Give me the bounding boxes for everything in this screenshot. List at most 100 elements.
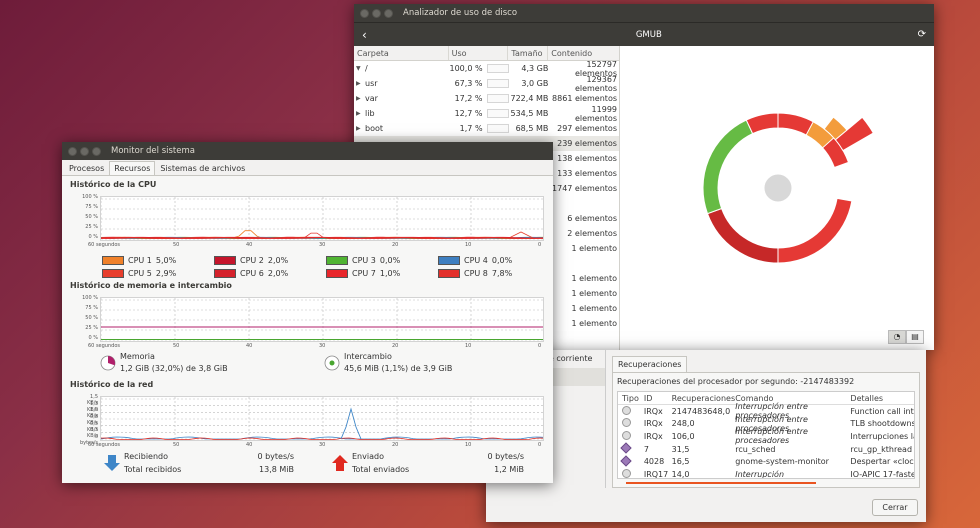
column-tipo[interactable]: Tipo bbox=[618, 394, 644, 403]
column-carpeta[interactable]: Carpeta bbox=[354, 46, 449, 60]
folder-contents: 6 elementos bbox=[567, 214, 617, 223]
color-swatch[interactable] bbox=[438, 269, 460, 278]
y-tick-label: 25 % bbox=[85, 224, 98, 230]
memory-x-axis: 60 segundos 50 40 30 20 10 0 bbox=[88, 343, 548, 350]
color-swatch[interactable] bbox=[214, 269, 236, 278]
interrupt-details: Despertar «clock bbox=[850, 457, 914, 467]
column-detalles[interactable]: Detalles bbox=[850, 394, 914, 403]
process-icon bbox=[620, 442, 632, 454]
interrupt-count: 2147483648,0 bbox=[671, 406, 731, 416]
network-history-graph bbox=[100, 396, 544, 441]
sent-label: Enviado bbox=[352, 452, 384, 461]
folder-size: 4,3 GB bbox=[521, 64, 549, 73]
expander-icon[interactable]: ▶ bbox=[356, 110, 365, 117]
color-swatch[interactable] bbox=[326, 269, 348, 278]
cpu-label: CPU 1 bbox=[128, 256, 152, 265]
usage-bar bbox=[486, 124, 509, 133]
minimize-window-icon[interactable] bbox=[80, 146, 89, 156]
recuperaciones-label: Recuperaciones del procesador por segund… bbox=[617, 377, 855, 386]
ring-center[interactable] bbox=[763, 173, 793, 203]
gear-icon bbox=[622, 405, 631, 415]
receiving-value: 0 bytes/s bbox=[257, 452, 294, 461]
folder-name-cell: ▶ usr bbox=[354, 79, 449, 88]
disk-header-title: GMUB bbox=[635, 29, 662, 40]
cpu-value: 2,9% bbox=[155, 269, 177, 278]
column-id[interactable]: ID bbox=[644, 394, 672, 403]
interrupt-id: IRQx bbox=[643, 431, 663, 441]
interrupt-row[interactable]: 7 31,5 rcu_sched rcu_gp_kthread bbox=[618, 442, 914, 456]
rings-view-icon[interactable]: ◔ bbox=[888, 330, 906, 344]
interrupt-details: Interrupciones la bbox=[850, 431, 914, 441]
cpu-legend-item: CPU 2 2,0% bbox=[214, 256, 288, 265]
color-swatch[interactable] bbox=[102, 256, 124, 265]
cpu-value: 0,0% bbox=[491, 256, 513, 265]
treemap-view-icon[interactable]: ▤ bbox=[906, 330, 924, 344]
folder-size: 68,5 MB bbox=[515, 124, 549, 133]
x-tick-label: 40 bbox=[246, 242, 253, 248]
folder-contents: 1747 elementos bbox=[552, 184, 617, 193]
ring-segment[interactable] bbox=[702, 119, 754, 215]
folder-row[interactable]: ▶ boot 1,7 % 68,5 MB 297 elementos bbox=[354, 121, 619, 136]
upload-arrow-icon[interactable] bbox=[332, 454, 348, 472]
color-swatch[interactable] bbox=[438, 256, 460, 265]
folder-contents: 129367 elementos bbox=[574, 74, 617, 93]
usage-bar bbox=[486, 79, 509, 88]
gear-icon bbox=[622, 418, 631, 428]
color-swatch[interactable] bbox=[326, 256, 348, 265]
expander-icon[interactable]: ▶ bbox=[356, 80, 365, 87]
download-arrow-icon[interactable] bbox=[104, 454, 120, 472]
color-swatch[interactable] bbox=[102, 269, 124, 278]
tab-recursos[interactable]: Recursos bbox=[109, 161, 156, 175]
expander-icon[interactable]: ▶ bbox=[356, 125, 365, 132]
tab-recuperaciones[interactable]: Recuperaciones bbox=[612, 356, 688, 372]
ring-segment[interactable] bbox=[745, 112, 779, 135]
folder-size: 3,0 GB bbox=[521, 79, 549, 88]
disk-titlebar[interactable]: Analizador de uso de disco bbox=[354, 4, 934, 22]
interrupt-row[interactable]: IRQ17 14,0 Interrupción IO-APIC 17-faste bbox=[618, 468, 914, 478]
total-sent-value: 1,2 MiB bbox=[494, 465, 524, 474]
expander-icon[interactable]: ▼ bbox=[356, 65, 365, 72]
close-button[interactable]: Cerrar bbox=[872, 499, 918, 516]
ring-chart[interactable] bbox=[620, 46, 934, 350]
swap-pie-icon[interactable] bbox=[324, 355, 340, 371]
x-tick-label: 20 bbox=[392, 442, 399, 448]
usage-cell: 12,7 % bbox=[449, 109, 509, 118]
interrupt-command: gnome-system-monitor bbox=[735, 457, 829, 467]
resources-panel: Histórico de la CPU 100 % 75 % 50 % 25 % 0 %… bbox=[62, 176, 553, 483]
back-arrow-icon[interactable]: ‹ bbox=[362, 28, 380, 42]
folder-row[interactable]: ▶ usr 67,3 % 3,0 GB 129367 elementos bbox=[354, 74, 619, 93]
receiving-label: Recibiendo bbox=[124, 452, 169, 461]
ring-segment[interactable] bbox=[706, 207, 779, 264]
column-contenido[interactable]: Contenido bbox=[548, 46, 619, 60]
x-tick-label: 40 bbox=[246, 442, 253, 448]
interrupt-row[interactable]: IRQx 106,0 Interrupción entre procesadores… bbox=[618, 427, 914, 445]
color-swatch[interactable] bbox=[214, 256, 236, 265]
reload-icon[interactable]: ⟳ bbox=[918, 29, 926, 40]
folder-row[interactable]: ▶ lib 12,7 % 534,5 MB 11999 elementos bbox=[354, 105, 619, 123]
cpu-value: 1,0% bbox=[379, 269, 401, 278]
ring-segment[interactable] bbox=[777, 197, 853, 264]
column-recuperaciones[interactable]: Recuperaciones bbox=[672, 394, 736, 403]
expander-icon[interactable]: ▶ bbox=[356, 95, 365, 102]
cpu-label: CPU 2 bbox=[240, 256, 264, 265]
interrupt-row[interactable]: 4028 16,5 gnome-system-monitor Despertar «c… bbox=[618, 455, 914, 468]
interrupt-command: rcu_sched bbox=[735, 444, 776, 454]
memory-pie-icon[interactable] bbox=[100, 355, 116, 371]
interrupts-table[interactable]: Tipo ID Recuperaciones Comando Detalles … bbox=[617, 391, 915, 479]
tab-procesos[interactable]: Procesos bbox=[64, 161, 109, 175]
folder-contents: 1 elemento bbox=[571, 319, 617, 328]
close-window-icon[interactable] bbox=[68, 146, 77, 156]
maximize-window-icon[interactable] bbox=[92, 146, 101, 156]
cpu-y-axis: 100 % 75 % 50 % 25 % 0 % bbox=[80, 194, 98, 240]
folder-name: usr bbox=[365, 79, 378, 88]
maximize-window-icon[interactable] bbox=[384, 8, 393, 18]
usage-cell: 17,2 % bbox=[449, 94, 509, 103]
column-uso[interactable]: Uso bbox=[449, 46, 509, 60]
tab-sistemas-de-archivos[interactable]: Sistemas de archivos bbox=[155, 161, 250, 175]
folder-contents: 1 elemento bbox=[571, 274, 617, 283]
cpu-history-graph bbox=[100, 196, 544, 241]
column-tamano[interactable]: Tamaño bbox=[508, 46, 549, 60]
minimize-window-icon[interactable] bbox=[372, 8, 381, 18]
sysmon-titlebar[interactable]: Monitor del sistema bbox=[62, 142, 553, 160]
close-window-icon[interactable] bbox=[360, 8, 369, 18]
